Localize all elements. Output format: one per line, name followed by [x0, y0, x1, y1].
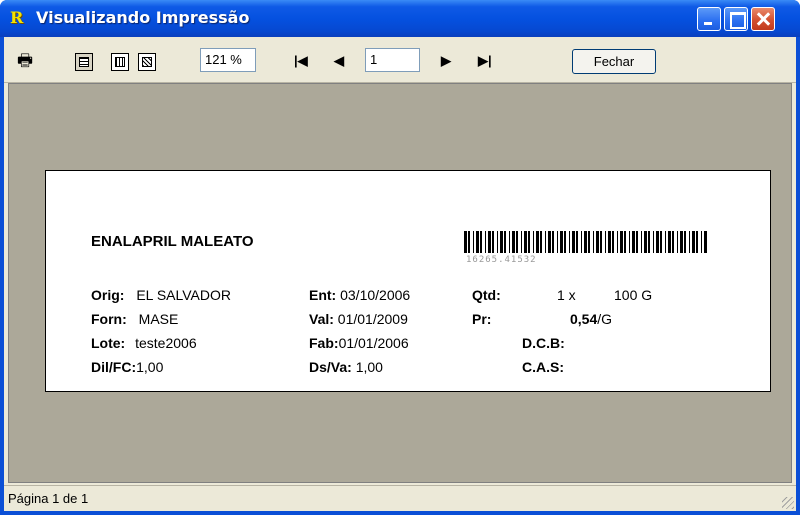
barcode-number: 16265.41532: [466, 255, 537, 265]
dcb-field: D.C.B:: [522, 335, 565, 351]
forn-value: MASE: [138, 311, 179, 327]
previous-page-button[interactable]: ◀: [334, 54, 344, 68]
fab-field: Fab:01/01/2006: [309, 335, 409, 351]
barcode-image: [464, 231, 707, 253]
title-bar[interactable]: R Visualizando Impressão: [0, 0, 800, 37]
dcb-label: D.C.B:: [522, 335, 565, 351]
first-page-button[interactable]: |◀: [294, 54, 308, 68]
forn-field: Forn: MASE: [91, 311, 178, 327]
dsva-label: Ds/Va:: [309, 359, 352, 375]
qtd-label: Qtd:: [472, 287, 501, 303]
multi-page-icon: [142, 57, 152, 67]
dsva-field: Ds/Va: 1,00: [309, 359, 383, 375]
pr-label: Pr:: [472, 311, 492, 327]
cas-label: C.A.S:: [522, 359, 564, 375]
two-page-icon: [115, 57, 125, 67]
window-close-button[interactable]: [751, 7, 775, 31]
fechar-button[interactable]: Fechar: [572, 49, 656, 74]
maximize-button[interactable]: [724, 7, 748, 31]
single-page-icon: [79, 57, 89, 67]
val-field: Val: 01/01/2009: [309, 311, 408, 327]
app-logo-icon: R: [10, 8, 24, 27]
lote-label: Lote:: [91, 335, 126, 351]
orig-label: Orig:: [91, 287, 125, 303]
printer-icon[interactable]: 🖶: [14, 51, 36, 71]
dil-value: 1,00: [136, 359, 164, 375]
status-bar: Página 1 de 1: [4, 485, 796, 511]
cas-field: C.A.S:: [522, 359, 564, 375]
dil-field: Dil/FC:1,00: [91, 359, 163, 375]
multi-page-button[interactable]: [138, 53, 156, 71]
two-page-button[interactable]: [111, 53, 129, 71]
dil-label: Dil/FC:: [91, 359, 137, 375]
orig-field: Orig: EL SALVADOR: [91, 287, 231, 303]
page-status: Página 1 de 1: [8, 491, 89, 506]
minimize-button[interactable]: [697, 7, 721, 31]
pr-value: 0,54: [570, 311, 598, 327]
qtd-multiplier: 1 x: [557, 287, 576, 303]
zoom-field[interactable]: 121 %: [200, 48, 256, 72]
fab-value: 01/01/2006: [338, 335, 409, 351]
label-page: ENALAPRIL MALEATO 16265.41532 Orig: EL S…: [45, 170, 771, 392]
product-name: ENALAPRIL MALEATO: [91, 233, 254, 250]
orig-value: EL SALVADOR: [136, 287, 232, 303]
pr-unit: /G: [597, 311, 613, 327]
preview-area[interactable]: ENALAPRIL MALEATO 16265.41532 Orig: EL S…: [8, 83, 792, 483]
dsva-value: 1,00: [355, 359, 383, 375]
val-label: Val:: [309, 311, 334, 327]
page-number-input[interactable]: 1: [365, 48, 420, 72]
next-page-button[interactable]: ▶: [441, 54, 451, 68]
val-value: 01/01/2009: [337, 311, 408, 327]
preview-window: R Visualizando Impressão 🖶 121 % |◀ ◀ 1 …: [0, 0, 800, 515]
qtd-value: 100 G: [614, 287, 653, 303]
single-page-button[interactable]: [75, 53, 93, 71]
forn-label: Forn:: [91, 311, 127, 327]
window-title: Visualizando Impressão: [36, 8, 250, 27]
last-page-button[interactable]: ▶|: [478, 54, 492, 68]
lote-value: teste2006: [135, 335, 197, 351]
pr-field: Pr: 0,54/G: [472, 311, 612, 327]
window-client: 🖶 121 % |◀ ◀ 1 ▶ ▶| Fechar ENALAPRIL MAL…: [4, 37, 796, 511]
qtd-field: Qtd: 1 x 100 G: [472, 287, 652, 303]
ent-label: Ent:: [309, 287, 337, 303]
fab-label: Fab:: [309, 335, 339, 351]
ent-value: 03/10/2006: [340, 287, 411, 303]
toolbar: 🖶 121 % |◀ ◀ 1 ▶ ▶| Fechar: [4, 37, 796, 83]
lote-field: Lote: teste2006: [91, 335, 197, 351]
ent-field: Ent: 03/10/2006: [309, 287, 410, 303]
resize-grip-icon[interactable]: [782, 497, 794, 509]
